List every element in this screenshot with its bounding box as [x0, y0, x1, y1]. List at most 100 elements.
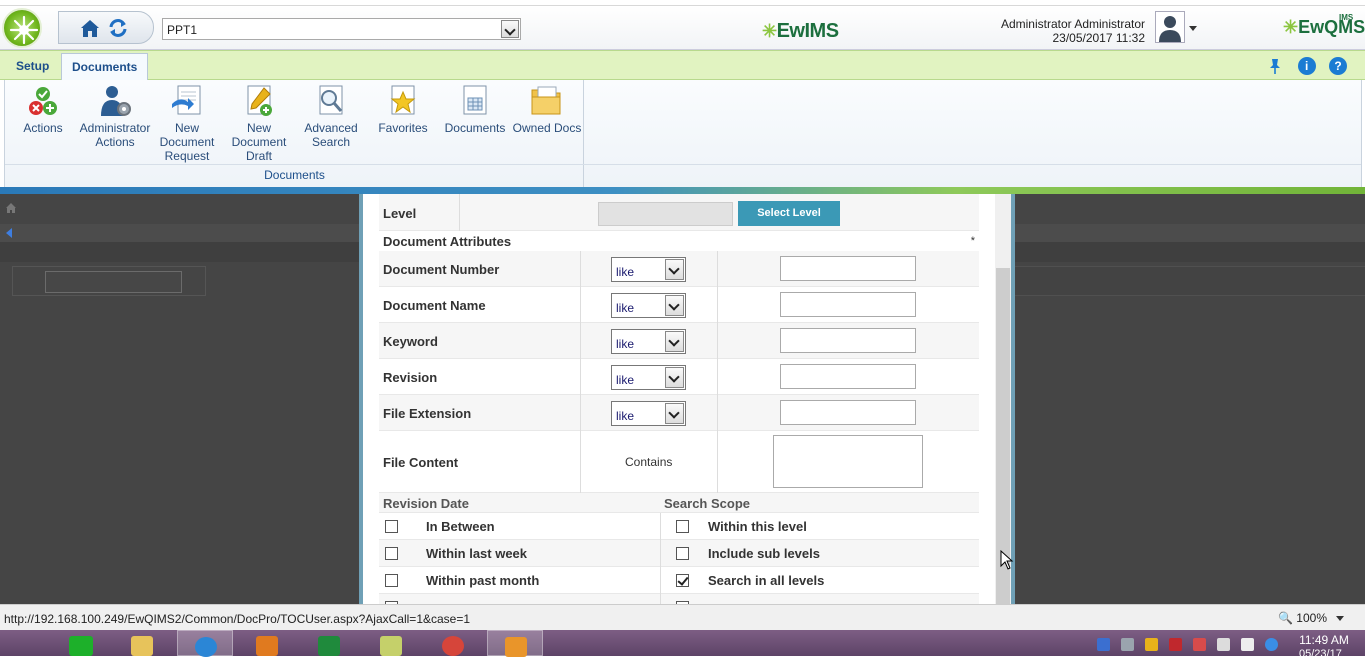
column-divider [660, 567, 661, 594]
refresh-icon[interactable] [107, 17, 129, 39]
within-last-week-checkbox[interactable] [385, 547, 398, 560]
home-icon[interactable] [79, 17, 101, 39]
chevron-down-icon[interactable] [665, 259, 684, 280]
operator-select[interactable]: like [611, 365, 686, 390]
new-document-draft-button[interactable]: New Document Draft [223, 84, 295, 163]
avatar[interactable] [1155, 11, 1185, 43]
tray-app-icon[interactable] [1121, 638, 1134, 651]
taskbar-start[interactable] [52, 630, 108, 656]
taskbar-date[interactable]: 05/23/17 [1299, 648, 1342, 660]
document-number-input[interactable] [780, 256, 916, 281]
app-header: PPT1 ✳EwIMS Administrator Administrator … [0, 6, 1365, 50]
operator-value: like [616, 373, 635, 387]
right-panel-toolbar [1015, 224, 1365, 242]
column-divider [580, 251, 581, 287]
options-header-row: Revision Date Search Scope [379, 493, 979, 513]
zoom-caret-icon[interactable] [1336, 616, 1344, 621]
start-icon [69, 636, 93, 656]
within-past-month-checkbox[interactable] [385, 574, 398, 587]
zoom-icon: 🔍 [1278, 611, 1293, 625]
taskbar-outlook[interactable] [239, 630, 295, 656]
keyword-input[interactable] [780, 328, 916, 353]
select-level-button[interactable]: Select Level [738, 201, 840, 226]
help-icon[interactable]: ? [1329, 57, 1347, 75]
operator-select[interactable]: like [611, 293, 686, 318]
chevron-down-icon[interactable] [665, 331, 684, 352]
tray-flag-icon[interactable] [1169, 638, 1182, 651]
owned-docs-button[interactable]: Owned Docs [511, 84, 583, 135]
operator-select[interactable]: like [611, 257, 686, 282]
browser-status-bar: http://192.168.100.249/EwQIMS2/Common/Do… [0, 604, 1365, 630]
zoom-value: 100% [1296, 611, 1327, 625]
attribute-row-document-name: Document Name like [379, 287, 979, 323]
search-in-all-levels-checkbox[interactable] [676, 574, 689, 587]
info-icon[interactable]: i [1297, 57, 1316, 75]
documents-label: Documents [444, 121, 506, 135]
tree-search-input[interactable] [45, 271, 182, 293]
ie-icon [195, 637, 217, 657]
chevron-down-icon[interactable] [501, 20, 519, 38]
column-divider [459, 194, 460, 231]
favorites-button[interactable]: Favorites [367, 84, 439, 135]
taskbar-explorer[interactable] [114, 630, 170, 656]
tray-volume-icon[interactable] [1241, 638, 1254, 651]
within-past-month-label: Within past month [426, 573, 540, 588]
operator-select[interactable]: like [611, 401, 686, 426]
operator-select[interactable]: like [611, 329, 686, 354]
brand-right-sup: IMS [1339, 13, 1354, 22]
file-extension-input[interactable] [780, 400, 916, 425]
ribbon-toolbar-right: i ? [1266, 57, 1347, 75]
collapse-arrow-icon[interactable] [6, 228, 12, 238]
taskbar-files[interactable] [363, 630, 419, 656]
documents-button[interactable]: Documents [439, 84, 511, 135]
include-sub-levels-checkbox[interactable] [676, 547, 689, 560]
tray-sync-icon[interactable] [1265, 638, 1278, 651]
ribbon-tabs: Setup Documents i ? [0, 50, 1365, 82]
pin-icon[interactable] [1266, 57, 1284, 75]
files-icon [380, 636, 402, 656]
new-document-request-icon [172, 85, 201, 115]
chevron-down-icon[interactable] [665, 403, 684, 424]
taskbar-chrome[interactable] [425, 630, 481, 656]
file-content-textarea[interactable] [773, 435, 923, 488]
site-select[interactable]: PPT1 [162, 18, 521, 40]
actions-button[interactable]: Actions [7, 84, 79, 135]
document-attributes-label: Document Attributes [383, 234, 512, 249]
document-name-input[interactable] [780, 292, 916, 317]
revision-input[interactable] [780, 364, 916, 389]
app-logo-icon[interactable] [2, 8, 42, 48]
tab-setup[interactable]: Setup [6, 53, 59, 81]
chevron-down-icon[interactable] [665, 295, 684, 316]
status-url: http://192.168.100.249/EwQIMS2/Common/Do… [4, 612, 471, 626]
taskbar-clock[interactable]: 11:49 AM [1297, 633, 1351, 647]
tray-network-icon[interactable] [1217, 638, 1230, 651]
system-tray [1097, 638, 1289, 652]
column-divider [580, 359, 581, 395]
option-row: Within past month Search in all levels [379, 567, 979, 594]
new-document-request-button[interactable]: New Document Request [151, 84, 223, 163]
include-sub-levels-label: Include sub levels [708, 546, 820, 561]
tray-alert-icon[interactable] [1193, 638, 1206, 651]
favorites-label: Favorites [378, 121, 428, 135]
chevron-down-icon[interactable] [665, 367, 684, 388]
in-between-checkbox[interactable] [385, 520, 398, 533]
zoom-level[interactable]: 🔍 100% [1278, 611, 1327, 625]
tab-documents[interactable]: Documents [61, 53, 149, 82]
taskbar-ie[interactable] [177, 630, 233, 657]
advanced-search-button[interactable]: Advanced Search [295, 84, 367, 149]
taskbar-excel[interactable] [301, 630, 357, 656]
dialog-scrollbar[interactable] [995, 194, 1011, 604]
brand-center-text: EwIMS [776, 20, 839, 42]
taskbar-media[interactable] [487, 630, 543, 657]
new-document-request-label: New Document Request [159, 121, 215, 163]
administrator-actions-button[interactable]: Administrator Actions [79, 84, 151, 149]
tray-shield-icon[interactable] [1097, 638, 1110, 651]
revision-date-label: Revision Date [383, 496, 469, 511]
actions-label: Actions [23, 121, 63, 135]
user-menu-caret-icon[interactable] [1189, 26, 1197, 31]
within-this-level-checkbox[interactable] [676, 520, 689, 533]
left-panel-toolbar [0, 224, 362, 242]
tray-outlook-icon[interactable] [1145, 638, 1158, 651]
attribute-row-file-extension: File Extension like [379, 395, 979, 431]
outlook-icon [256, 636, 278, 656]
